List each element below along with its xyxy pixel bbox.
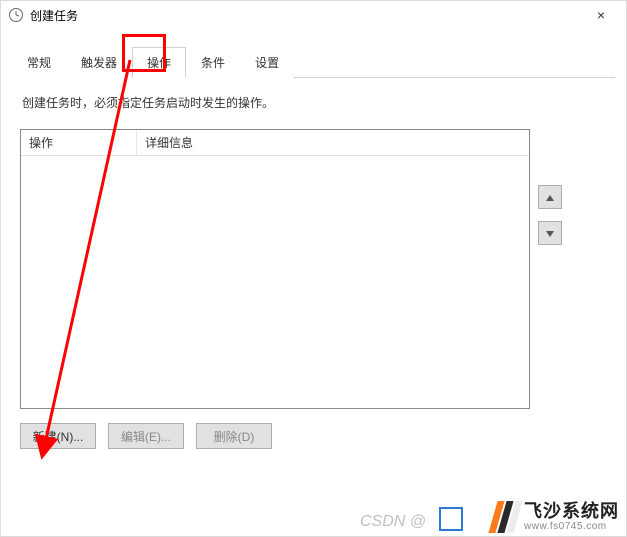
column-header-detail[interactable]: 详细信息 xyxy=(137,130,529,155)
tab-bar: 常规 触发器 操作 条件 设置 xyxy=(12,46,615,78)
window-title: 创建任务 xyxy=(30,7,583,24)
tab-label: 常规 xyxy=(27,56,51,70)
edit-button[interactable]: 编辑(E)... xyxy=(108,423,184,449)
close-button[interactable]: × xyxy=(583,1,619,29)
titlebar: 创建任务 × xyxy=(0,0,627,30)
triangle-down-icon xyxy=(546,226,554,240)
move-up-button[interactable] xyxy=(538,185,562,209)
logo-bars-icon xyxy=(493,501,518,533)
actions-table-area: 操作 详细信息 xyxy=(20,129,607,409)
move-down-button[interactable] xyxy=(538,221,562,245)
triangle-up-icon xyxy=(546,190,554,204)
close-icon: × xyxy=(597,7,605,23)
logo: 飞沙系统网 www.fs0745.com xyxy=(493,501,619,533)
tab-label: 条件 xyxy=(201,56,225,70)
tab-conditions[interactable]: 条件 xyxy=(186,47,240,78)
tab-triggers[interactable]: 触发器 xyxy=(66,47,132,78)
tab-label: 操作 xyxy=(147,56,171,70)
tab-label: 设置 xyxy=(255,56,279,70)
blue-square-icon xyxy=(439,507,463,531)
watermark-text: CSDN @ xyxy=(360,513,426,531)
logo-sub-text: www.fs0745.com xyxy=(524,521,619,532)
actions-listview[interactable]: 操作 详细信息 xyxy=(20,129,530,409)
tab-panel-actions: 创建任务时，必须指定任务启动时发生的操作。 操作 详细信息 xyxy=(12,78,615,457)
listview-header: 操作 详细信息 xyxy=(21,130,529,156)
tab-label: 触发器 xyxy=(81,56,117,70)
tab-actions[interactable]: 操作 xyxy=(132,47,186,78)
tab-general[interactable]: 常规 xyxy=(12,47,66,78)
column-header-action[interactable]: 操作 xyxy=(21,130,137,155)
panel-description: 创建任务时，必须指定任务启动时发生的操作。 xyxy=(20,94,607,111)
tab-settings[interactable]: 设置 xyxy=(240,47,294,78)
logo-text: 飞沙系统网 www.fs0745.com xyxy=(524,502,619,533)
content-area: 常规 触发器 操作 条件 设置 创建任务时，必须指定任务启动时发生的操作。 操作… xyxy=(0,30,627,467)
bottom-button-row: 新建(N)... 编辑(E)... 删除(D) xyxy=(20,423,607,449)
logo-main-text: 飞沙系统网 xyxy=(524,502,619,522)
clock-icon xyxy=(8,7,24,23)
delete-button[interactable]: 删除(D) xyxy=(196,423,272,449)
reorder-buttons xyxy=(538,129,562,409)
new-button[interactable]: 新建(N)... xyxy=(20,423,96,449)
